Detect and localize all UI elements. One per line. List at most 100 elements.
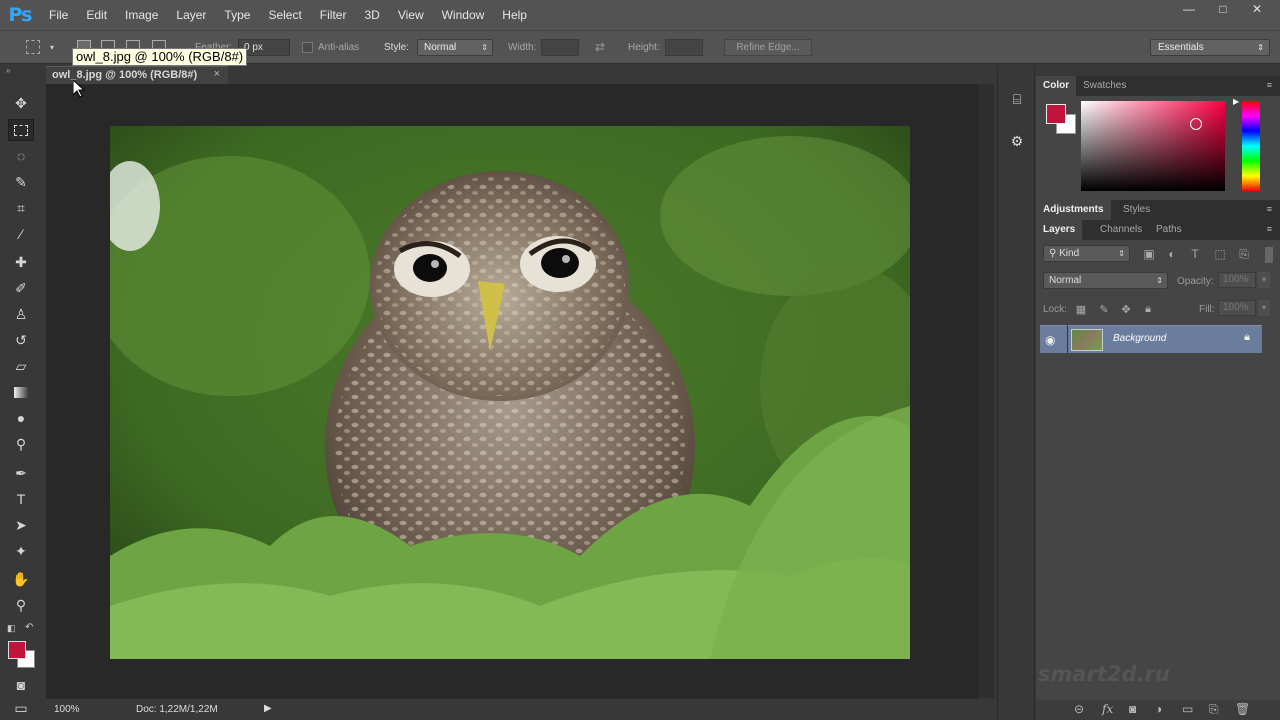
dodge-tool-icon[interactable]: ⚲ bbox=[8, 433, 34, 455]
menu-edit[interactable]: Edit bbox=[77, 0, 116, 30]
clone-stamp-tool-icon[interactable]: ♙ bbox=[8, 303, 34, 325]
vertical-scrollbar[interactable] bbox=[978, 84, 994, 698]
properties-panel-icon[interactable]: ⚙ bbox=[1006, 130, 1028, 152]
panel-menu-icon[interactable]: ≡ bbox=[1267, 204, 1272, 214]
opacity-input[interactable]: 100% bbox=[1218, 272, 1256, 288]
lasso-tool-icon[interactable]: ◌ bbox=[8, 145, 34, 167]
workspace-select[interactable]: Essentials ⇕ bbox=[1150, 39, 1270, 56]
shape-filter-icon[interactable]: ⬚ bbox=[1213, 247, 1227, 261]
fill-input[interactable]: 100% bbox=[1218, 300, 1256, 316]
layer-style-icon[interactable]: fx bbox=[1102, 702, 1113, 716]
menu-image[interactable]: Image bbox=[116, 0, 167, 30]
pen-tool-icon[interactable]: ✒ bbox=[8, 462, 34, 484]
delete-layer-icon[interactable]: 🗑︎ bbox=[1235, 702, 1250, 716]
brush-tool-icon[interactable]: ✐ bbox=[8, 277, 34, 299]
rectangular-marquee-tool-icon[interactable] bbox=[8, 119, 34, 141]
style-select[interactable]: Normal ⇕ bbox=[417, 39, 493, 56]
move-tool-icon[interactable]: ✥ bbox=[8, 92, 34, 114]
menu-layer[interactable]: Layer bbox=[167, 0, 215, 30]
toolbar-collapse-icon[interactable]: » bbox=[6, 66, 10, 75]
link-layers-icon[interactable]: ⊝ bbox=[1074, 702, 1084, 716]
path-selection-tool-icon[interactable]: ➤ bbox=[8, 514, 34, 536]
new-group-icon[interactable]: ▭ bbox=[1182, 702, 1193, 716]
layer-row-background[interactable]: ◉ Background 🔒︎ bbox=[1040, 325, 1262, 353]
swap-dimensions-icon[interactable]: ⇄ bbox=[595, 40, 605, 54]
color-picker-field[interactable] bbox=[1081, 101, 1225, 191]
panel-menu-icon[interactable]: ≡ bbox=[1267, 80, 1272, 90]
crop-tool-icon[interactable]: ⌗ bbox=[8, 197, 34, 219]
hand-tool-icon[interactable]: ✋ bbox=[8, 568, 34, 590]
tab-color[interactable]: Color bbox=[1036, 76, 1077, 96]
menu-3d[interactable]: 3D bbox=[355, 0, 388, 30]
new-layer-icon[interactable]: ⎘ bbox=[1209, 702, 1219, 717]
custom-shape-tool-icon[interactable]: ✦ bbox=[8, 540, 34, 562]
close-button[interactable]: ✕ bbox=[1240, 0, 1274, 18]
menu-view[interactable]: View bbox=[389, 0, 433, 30]
updown-icon: ⇕ bbox=[1257, 43, 1264, 52]
smart-object-filter-icon[interactable]: ⎘ bbox=[1237, 247, 1251, 261]
eyedropper-tool-icon[interactable]: ⁄ bbox=[8, 223, 34, 245]
swap-colors-icon[interactable]: ↶ bbox=[25, 622, 33, 633]
hue-slider[interactable] bbox=[1242, 101, 1260, 191]
lock-all-icon[interactable]: 🔒︎ bbox=[1141, 302, 1155, 316]
refine-edge-button[interactable]: Refine Edge... bbox=[724, 39, 812, 56]
preset-dropdown-icon[interactable]: ▾ bbox=[50, 43, 54, 52]
marquee-preset-icon[interactable] bbox=[26, 40, 40, 54]
menu-select[interactable]: Select bbox=[259, 0, 310, 30]
height-input[interactable] bbox=[665, 39, 703, 56]
blend-mode-select[interactable]: Normal ⇕ bbox=[1043, 272, 1168, 289]
lock-transparent-icon[interactable]: ▦ bbox=[1074, 302, 1088, 316]
tab-styles[interactable]: Styles bbox=[1116, 200, 1157, 220]
opacity-dropdown-icon[interactable]: ▾ bbox=[1258, 272, 1270, 288]
fill-dropdown-icon[interactable]: ▾ bbox=[1258, 300, 1270, 316]
healing-brush-tool-icon[interactable]: ✚ bbox=[8, 251, 34, 273]
minimize-button[interactable]: — bbox=[1172, 0, 1206, 18]
width-input[interactable] bbox=[541, 39, 579, 56]
updown-icon: ⇕ bbox=[1118, 249, 1125, 258]
tab-paths[interactable]: Paths bbox=[1149, 220, 1189, 240]
color-picker-marker[interactable] bbox=[1190, 118, 1202, 130]
updown-icon: ⇕ bbox=[1156, 276, 1163, 285]
type-filter-icon[interactable]: T bbox=[1188, 247, 1202, 261]
zoom-level[interactable]: 100% bbox=[54, 704, 80, 715]
adjustment-filter-icon[interactable]: ◐ bbox=[1165, 247, 1179, 261]
quick-mask-icon[interactable]: ◙ bbox=[8, 674, 34, 696]
hue-slider-marker-icon[interactable]: ▶ bbox=[1233, 97, 1239, 106]
antialias-checkbox[interactable] bbox=[302, 42, 313, 53]
filter-toggle-icon[interactable] bbox=[1265, 247, 1273, 263]
blur-tool-icon[interactable]: ● bbox=[8, 407, 34, 429]
close-icon[interactable]: × bbox=[214, 68, 220, 80]
color-panel-foreground-swatch[interactable] bbox=[1046, 104, 1066, 124]
menu-window[interactable]: Window bbox=[433, 0, 494, 30]
menu-filter[interactable]: Filter bbox=[311, 0, 356, 30]
tab-channels[interactable]: Channels bbox=[1093, 220, 1149, 240]
screen-mode-icon[interactable]: ▭ bbox=[8, 700, 34, 716]
type-tool-icon[interactable]: T bbox=[8, 488, 34, 510]
maximize-button[interactable]: □ bbox=[1206, 0, 1240, 18]
history-brush-tool-icon[interactable]: ↺ bbox=[8, 329, 34, 351]
layer-name[interactable]: Background bbox=[1113, 333, 1166, 344]
lock-position-icon[interactable]: ✥ bbox=[1119, 302, 1133, 316]
pixel-filter-icon[interactable]: ▣ bbox=[1142, 247, 1156, 261]
default-colors-icon[interactable]: ◧ bbox=[7, 623, 16, 634]
layer-visibility-column bbox=[1036, 325, 1068, 353]
panel-menu-icon[interactable]: ≡ bbox=[1267, 224, 1272, 234]
foreground-color-swatch[interactable] bbox=[8, 641, 26, 659]
history-panel-icon[interactable]: ⌸ bbox=[1006, 88, 1028, 110]
tab-layers[interactable]: Layers bbox=[1036, 220, 1083, 240]
tab-swatches[interactable]: Swatches bbox=[1076, 76, 1133, 96]
owl-photo[interactable] bbox=[110, 126, 910, 659]
menu-type[interactable]: Type bbox=[215, 0, 259, 30]
layer-filter-kind-select[interactable]: ⚲ Kind ⇕ bbox=[1043, 245, 1130, 262]
tab-adjustments[interactable]: Adjustments bbox=[1036, 200, 1111, 220]
adjustment-layer-icon[interactable]: ◑ bbox=[1155, 702, 1162, 716]
quick-selection-tool-icon[interactable]: ✎ bbox=[8, 171, 34, 193]
lock-image-icon[interactable]: ✎ bbox=[1097, 302, 1111, 316]
eraser-tool-icon[interactable]: ▱ bbox=[8, 355, 34, 377]
menu-file[interactable]: File bbox=[40, 0, 77, 30]
zoom-tool-icon[interactable]: ⚲ bbox=[8, 594, 34, 616]
status-menu-arrow[interactable]: ▶ bbox=[264, 703, 272, 714]
add-mask-icon[interactable]: ◙ bbox=[1129, 702, 1136, 716]
menu-help[interactable]: Help bbox=[493, 0, 536, 30]
gradient-tool-icon[interactable] bbox=[8, 381, 34, 403]
